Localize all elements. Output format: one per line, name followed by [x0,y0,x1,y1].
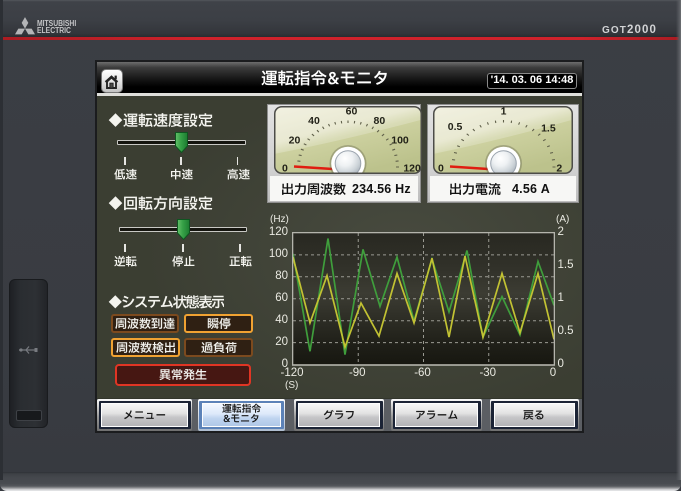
svg-text:80: 80 [373,115,385,127]
svg-text:0.5: 0.5 [448,121,463,133]
svg-text:1.5: 1.5 [541,122,556,134]
svg-text:2: 2 [556,162,562,174]
svg-text:20: 20 [288,134,300,146]
svg-text:0: 0 [281,162,287,174]
svg-text:40: 40 [308,115,320,127]
svg-text:1: 1 [501,106,507,118]
svg-text:60: 60 [345,106,357,118]
svg-text:100: 100 [391,134,409,146]
